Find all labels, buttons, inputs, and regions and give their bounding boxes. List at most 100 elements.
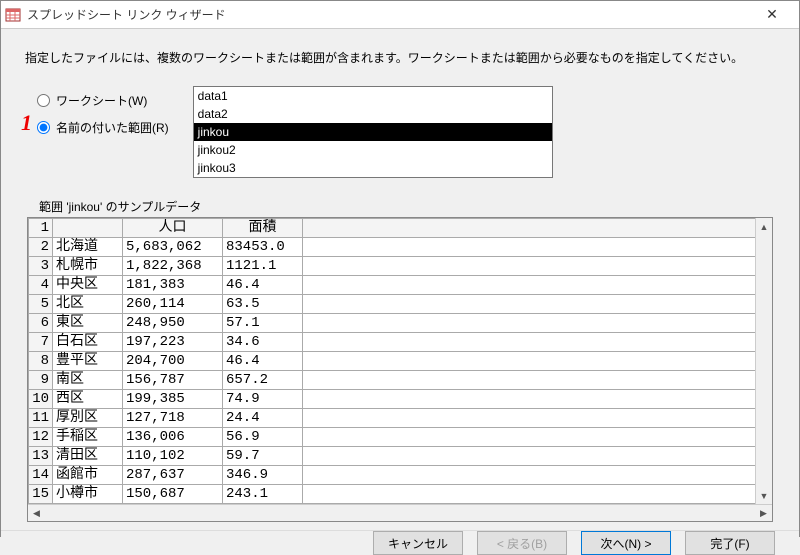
scroll-down-icon[interactable]: ▼	[756, 487, 772, 504]
data-cell: 北区	[53, 295, 123, 314]
table-row: 14函館市287,637346.9	[29, 466, 772, 485]
listbox-item[interactable]: jinkou	[194, 123, 552, 141]
range-listbox[interactable]: data1data2jinkoujinkou2jinkou3	[193, 86, 553, 178]
titlebar: スプレッドシート リンク ウィザード ✕	[1, 1, 799, 29]
table-row: 2北海道5,683,06283453.0	[29, 238, 772, 257]
listbox-item[interactable]: data2	[194, 105, 552, 123]
table-row: 12手稲区136,00656.9	[29, 428, 772, 447]
data-cell: 63.5	[223, 295, 303, 314]
data-cell: 346.9	[223, 466, 303, 485]
table-row: 5北区260,11463.5	[29, 295, 772, 314]
scroll-left-icon[interactable]: ◀	[28, 505, 45, 522]
window-title: スプレッドシート リンク ウィザード	[27, 6, 749, 23]
data-cell: 中央区	[53, 276, 123, 295]
data-cell: 北海道	[53, 238, 123, 257]
table-row: 3札幌市1,822,3681121.1	[29, 257, 772, 276]
data-cell: 東区	[53, 314, 123, 333]
rownum-cell: 15	[29, 485, 53, 504]
data-cell: 287,637	[123, 466, 223, 485]
filler-cell	[303, 257, 772, 276]
content-area: 指定したファイルには、複数のワークシートまたは範囲が含まれます。ワークシートまた…	[1, 29, 799, 530]
filler-cell	[303, 238, 772, 257]
data-table: 1人口面積2北海道5,683,06283453.03札幌市1,822,36811…	[28, 218, 772, 504]
data-cell: 1,822,368	[123, 257, 223, 276]
sample-data-grid: 1人口面積2北海道5,683,06283453.03札幌市1,822,36811…	[27, 217, 773, 522]
data-cell: 248,950	[123, 314, 223, 333]
rownum-cell: 13	[29, 447, 53, 466]
table-row: 10西区199,38574.9	[29, 390, 772, 409]
finish-button[interactable]: 完了(F)	[685, 531, 775, 555]
radio-named-range[interactable]: 名前の付いた範囲(R)	[37, 119, 169, 136]
data-cell: 厚別区	[53, 409, 123, 428]
table-row: 4中央区181,38346.4	[29, 276, 772, 295]
wizard-window: スプレッドシート リンク ウィザード ✕ 指定したファイルには、複数のワークシー…	[0, 0, 800, 537]
table-row: 15小樽市150,687243.1	[29, 485, 772, 504]
data-cell: 197,223	[123, 333, 223, 352]
instruction-text: 指定したファイルには、複数のワークシートまたは範囲が含まれます。ワークシートまた…	[25, 49, 775, 66]
radio-worksheet-label: ワークシート(W)	[56, 92, 147, 109]
horizontal-scrollbar[interactable]: ◀ ▶	[28, 504, 772, 521]
column-filler	[303, 219, 772, 238]
scroll-up-icon[interactable]: ▲	[756, 218, 772, 235]
filler-cell	[303, 447, 772, 466]
annotation-1: 1	[21, 110, 32, 136]
filler-cell	[303, 333, 772, 352]
rownum-cell: 9	[29, 371, 53, 390]
data-cell: 24.4	[223, 409, 303, 428]
data-cell: 199,385	[123, 390, 223, 409]
table-row: 6東区248,95057.1	[29, 314, 772, 333]
rownum-cell: 5	[29, 295, 53, 314]
grid-body: 1人口面積2北海道5,683,06283453.03札幌市1,822,36811…	[28, 218, 772, 504]
filler-cell	[303, 371, 772, 390]
data-cell: 260,114	[123, 295, 223, 314]
data-cell: 5,683,062	[123, 238, 223, 257]
column-header: 面積	[223, 219, 303, 238]
radio-named-range-input[interactable]	[37, 121, 50, 134]
data-cell: 156,787	[123, 371, 223, 390]
rownum-cell: 12	[29, 428, 53, 447]
radio-named-range-label: 名前の付いた範囲(R)	[56, 119, 169, 136]
data-cell: 46.4	[223, 352, 303, 371]
data-cell: 南区	[53, 371, 123, 390]
rownum-cell: 8	[29, 352, 53, 371]
column-header	[53, 219, 123, 238]
selection-row: 1 2 ワークシート(W) 名前の付いた範囲(R) data1data2jink…	[25, 86, 775, 178]
filler-cell	[303, 314, 772, 333]
rownum-cell: 3	[29, 257, 53, 276]
rownum-cell: 7	[29, 333, 53, 352]
filler-cell	[303, 276, 772, 295]
listbox-item[interactable]: jinkou3	[194, 159, 552, 177]
data-cell: 函館市	[53, 466, 123, 485]
listbox-item[interactable]: jinkou2	[194, 141, 552, 159]
filler-cell	[303, 409, 772, 428]
listbox-item[interactable]: data1	[194, 87, 552, 105]
rownum-cell: 2	[29, 238, 53, 257]
scroll-right-icon[interactable]: ▶	[755, 505, 772, 522]
data-cell: 204,700	[123, 352, 223, 371]
data-cell: 59.7	[223, 447, 303, 466]
vertical-scrollbar[interactable]: ▲ ▼	[755, 218, 772, 504]
data-cell: 手稲区	[53, 428, 123, 447]
data-cell: 127,718	[123, 409, 223, 428]
data-cell: 56.9	[223, 428, 303, 447]
rownum-cell: 11	[29, 409, 53, 428]
rownum-cell: 14	[29, 466, 53, 485]
radio-worksheet[interactable]: ワークシート(W)	[37, 92, 169, 109]
close-button[interactable]: ✕	[749, 1, 795, 29]
filler-cell	[303, 295, 772, 314]
table-row: 13清田区110,10259.7	[29, 447, 772, 466]
rownum-cell: 10	[29, 390, 53, 409]
data-cell: 57.1	[223, 314, 303, 333]
filler-cell	[303, 485, 772, 504]
radio-worksheet-input[interactable]	[37, 94, 50, 107]
data-cell: 657.2	[223, 371, 303, 390]
data-cell: 1121.1	[223, 257, 303, 276]
data-cell: 札幌市	[53, 257, 123, 276]
data-cell: 白石区	[53, 333, 123, 352]
data-cell: 136,006	[123, 428, 223, 447]
cancel-button[interactable]: キャンセル	[373, 531, 463, 555]
data-cell: 243.1	[223, 485, 303, 504]
next-button[interactable]: 次へ(N) >	[581, 531, 671, 555]
data-cell: 110,102	[123, 447, 223, 466]
data-cell: 46.4	[223, 276, 303, 295]
